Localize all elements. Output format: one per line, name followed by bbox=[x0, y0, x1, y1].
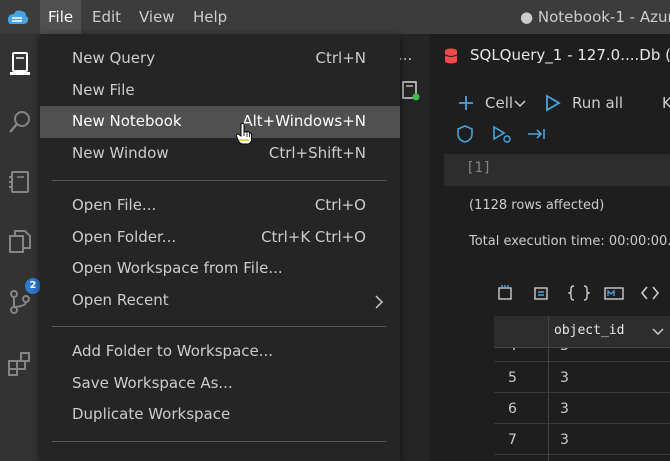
column-sort-chevron-icon[interactable] bbox=[652, 327, 664, 337]
menu-item-open-workspace[interactable]: Open Workspace from File... bbox=[40, 253, 400, 285]
menu-item-new-window[interactable]: New Window Ctrl+Shift+N bbox=[40, 138, 400, 170]
search-icon[interactable] bbox=[6, 108, 34, 136]
tab-sqlquery[interactable]: SQLQuery_1 - 127.0....Db (sa) bbox=[430, 34, 670, 80]
table-row[interactable]: 7 3 bbox=[494, 425, 670, 455]
menu-item-open-folder[interactable]: Open Folder... Ctrl+K Ctrl+O bbox=[40, 222, 400, 254]
menu-item-label: Open Folder... bbox=[72, 228, 177, 246]
tab-label: SQLQuery_1 - 127.0....Db (sa) bbox=[470, 46, 670, 64]
menu-item-label: Open Workspace from File... bbox=[72, 259, 283, 277]
run-all-button[interactable]: Run all bbox=[572, 94, 623, 112]
menu-item-label: New Notebook bbox=[72, 112, 182, 130]
shield-icon[interactable] bbox=[456, 124, 474, 144]
window-title: ● Notebook-1 - Azure bbox=[520, 8, 670, 26]
menu-item-label: Add Folder to Workspace... bbox=[72, 342, 274, 360]
title-bar: File Edit View Help ● Notebook-1 - Azure bbox=[0, 0, 670, 34]
menu-edit[interactable]: Edit bbox=[84, 0, 129, 34]
table-cell[interactable]: 3 bbox=[560, 348, 569, 354]
menu-view[interactable]: View bbox=[131, 0, 183, 34]
row-number: 4 bbox=[508, 348, 517, 354]
plus-icon[interactable] bbox=[457, 94, 475, 112]
hand-cursor-icon bbox=[235, 123, 252, 145]
table-row[interactable]: 5 3 bbox=[494, 363, 670, 393]
notebooks-icon[interactable] bbox=[6, 168, 34, 196]
menu-item-duplicate-workspace[interactable]: Duplicate Workspace bbox=[40, 399, 400, 431]
menu-separator bbox=[52, 180, 386, 181]
menu-item-label: Open Recent bbox=[72, 291, 169, 309]
notebook-file-icon bbox=[402, 81, 420, 101]
explorer-icon[interactable] bbox=[6, 228, 34, 256]
add-cell-button[interactable]: Cell bbox=[485, 94, 513, 112]
menu-item-shortcut: Ctrl+N bbox=[315, 49, 366, 67]
menu-item-new-file[interactable]: New File bbox=[40, 75, 400, 107]
extensions-icon[interactable] bbox=[6, 350, 34, 378]
menu-item-label: Duplicate Workspace bbox=[72, 405, 231, 423]
menu-item-label: New Query bbox=[72, 49, 156, 67]
menu-item-label: New File bbox=[72, 81, 135, 99]
kernel-dropdown[interactable]: K bbox=[662, 94, 670, 112]
source-control-icon[interactable] bbox=[6, 288, 34, 316]
rows-affected-text: (1128 rows affected) bbox=[469, 198, 605, 213]
menu-item-shortcut: Ctrl+K Ctrl+O bbox=[261, 228, 366, 246]
chevron-right-icon bbox=[375, 295, 384, 309]
chevron-down-icon[interactable] bbox=[514, 99, 526, 109]
save-excel-icon[interactable] bbox=[532, 284, 550, 302]
grid-header: object_id bbox=[494, 316, 670, 348]
file-menu-dropdown: New Query Ctrl+N New File New Notebook A… bbox=[40, 34, 400, 461]
sidebar-more-actions[interactable]: ... bbox=[398, 46, 412, 64]
save-csv-icon[interactable] bbox=[496, 284, 514, 302]
cell-number: [1] bbox=[466, 160, 492, 176]
table-row[interactable]: 6 3 bbox=[494, 394, 670, 424]
menu-item-add-folder[interactable]: Add Folder to Workspace... bbox=[40, 336, 400, 368]
row-number: 6 bbox=[508, 401, 517, 417]
table-cell[interactable]: 3 bbox=[560, 432, 569, 448]
row-number: 7 bbox=[508, 432, 517, 448]
menu-item-open-file[interactable]: Open File... Ctrl+O bbox=[40, 190, 400, 222]
menu-help[interactable]: Help bbox=[185, 0, 235, 34]
row-number: 5 bbox=[508, 370, 517, 386]
menu-item-new-query[interactable]: New Query Ctrl+N bbox=[40, 43, 400, 75]
run-parameters-icon[interactable] bbox=[492, 124, 512, 144]
menu-separator bbox=[52, 326, 386, 327]
table-row[interactable]: 4 3 bbox=[494, 348, 670, 362]
app-logo-icon bbox=[8, 10, 29, 24]
menu-item-new-notebook[interactable]: New Notebook Alt+Windows+N bbox=[40, 106, 400, 138]
menu-file[interactable]: File bbox=[40, 0, 82, 34]
menu-item-shortcut: Ctrl+O bbox=[314, 196, 366, 214]
column-header-object-id[interactable]: object_id bbox=[554, 323, 624, 338]
menu-item-label: New Window bbox=[72, 144, 169, 162]
collapse-icon[interactable] bbox=[526, 126, 546, 142]
grid-column-divider bbox=[548, 316, 549, 461]
menu-item-save-workspace-as[interactable]: Save Workspace As... bbox=[40, 368, 400, 400]
execution-time-text: Total execution time: 00:00:00.0 bbox=[469, 234, 670, 249]
menu-item-shortcut: Ctrl+Shift+N bbox=[268, 144, 366, 162]
save-markdown-icon[interactable] bbox=[604, 284, 624, 302]
menu-item-label: Open File... bbox=[72, 196, 157, 214]
activity-bar: 2 bbox=[0, 34, 41, 461]
table-cell[interactable]: 3 bbox=[560, 370, 569, 386]
database-icon bbox=[444, 48, 458, 64]
run-all-icon[interactable] bbox=[545, 94, 561, 112]
menu-item-shortcut: Alt+Windows+N bbox=[242, 112, 366, 130]
connections-icon[interactable] bbox=[6, 50, 34, 78]
menu-item-open-recent[interactable]: Open Recent bbox=[40, 285, 400, 317]
table-cell[interactable]: 3 bbox=[560, 401, 569, 417]
menu-separator bbox=[52, 441, 386, 442]
menu-item-label: Save Workspace As... bbox=[72, 374, 233, 392]
save-xml-icon[interactable] bbox=[640, 284, 660, 302]
save-json-icon[interactable] bbox=[568, 284, 590, 302]
